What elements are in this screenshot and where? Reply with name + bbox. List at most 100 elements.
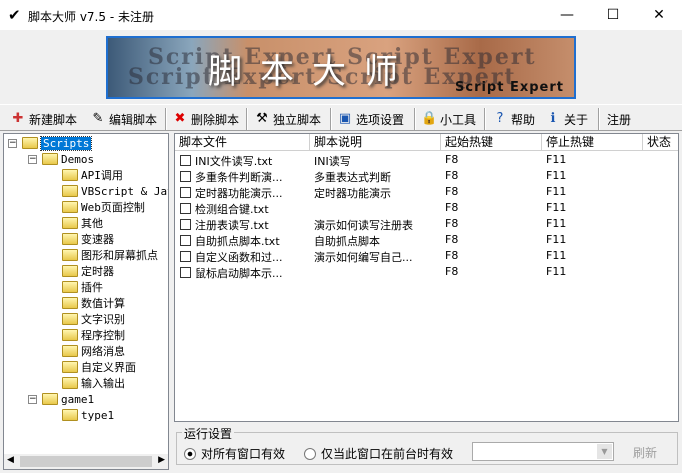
help-icon: ? [496,111,504,126]
tree-node-demo-item[interactable]: Web页面控制 [62,199,145,215]
edit-script-button[interactable]: ✎ 编辑脚本 [90,108,157,130]
about-icon: ℹ [550,111,556,126]
tree-node-demo-item[interactable]: VBScript & JavaScript [62,183,168,199]
tree-node-game1[interactable]: game1 [42,391,94,407]
label: 数值计算 [81,297,125,310]
checkbox[interactable] [180,171,191,182]
new-script-button[interactable]: ✚ 新建脚本 [10,108,77,130]
cell: F8 [445,233,459,246]
tree-node-demo-item[interactable]: 文字识别 [62,311,125,327]
toolbar: ✚ 新建脚本 ✎ 编辑脚本 ✖ 删除脚本 ⚒ 独立脚本 ▣ 选项设置 🔒 小工具 ? 帮助 ℹ… [0,104,682,131]
cell: F8 [445,169,459,182]
label: type1 [81,408,115,422]
radio-all-windows[interactable]: 对所有窗口有效 [184,445,285,462]
checkbox[interactable] [180,219,191,230]
label: 变速器 [81,233,114,246]
tree-node-scripts[interactable]: Scripts [22,135,93,151]
label: 输入输出 [81,377,125,390]
close-button[interactable]: ✕ [636,0,682,30]
tree-node-demo-item[interactable]: API调用 [62,167,123,183]
tree-node-demo-item[interactable]: 定时器 [62,263,114,279]
script-tree[interactable]: − Scripts − Demos API调用 VBScript & JavaSc… [3,133,169,470]
new-script-icon: ✚ [12,111,24,126]
scroll-right-icon[interactable]: ▶ [158,455,165,465]
label: 仅当此窗口在前台时有效 [321,447,454,461]
table-row[interactable]: 检测组合键.txt F8 F11 [175,200,678,216]
tree-node-demo-item[interactable]: 数值计算 [62,295,125,311]
column-header-start-hotkey[interactable]: 起始热键 [441,134,542,151]
table-row[interactable]: 自定义函数和过... 演示如何编写自己... F8 F11 [175,248,678,264]
cell: F8 [445,217,459,230]
scroll-left-icon[interactable]: ◀ [7,455,14,465]
tree-node-demo-item[interactable]: 图形和屏幕抓点 [62,247,158,263]
tree-node-demos[interactable]: Demos [42,151,94,167]
radio-unchecked-icon [304,447,316,460]
table-row[interactable]: 注册表读写.txt 演示如何读写注册表 F8 F11 [175,216,678,232]
label: Demos [61,152,95,166]
tree-node-type1[interactable]: type1 [62,407,114,423]
minimize-button[interactable]: — [544,0,590,30]
tree-node-demo-item[interactable]: 网络消息 [62,343,125,359]
collapse-icon[interactable]: − [28,395,37,404]
maximize-button[interactable]: ☐ [590,0,636,30]
label: 编辑脚本 [109,112,158,127]
tree-horizontal-scrollbar[interactable]: ◀ ▶ [4,454,168,469]
checkbox[interactable] [180,187,191,198]
tree-node-demo-item[interactable]: 变速器 [62,231,114,247]
toolbar-separator [598,108,600,130]
folder-icon [62,313,78,325]
table-row[interactable]: 多重条件判断演... 多重表达式判断 F8 F11 [175,168,678,184]
scrollbar-thumb[interactable] [20,456,152,467]
about-button[interactable]: ℹ 关于 [545,108,589,130]
tree-node-demo-item[interactable]: 插件 [62,279,103,295]
column-header-status[interactable]: 状态 [643,134,678,151]
label: 网络消息 [81,345,125,358]
checkbox[interactable] [180,235,191,246]
column-header-file[interactable]: 脚本文件 [175,134,310,151]
folder-icon [62,217,78,229]
run-settings-title: 运行设置 [182,425,235,442]
tree-node-demo-item[interactable]: 其他 [62,215,103,231]
table-row[interactable]: 定时器功能演示... 定时器功能演示 F8 F11 [175,184,678,200]
delete-script-button[interactable]: ✖ 删除脚本 [172,108,239,130]
toolbar-separator [246,108,248,130]
label: 注册 [607,112,632,127]
options-button[interactable]: ▣ 选项设置 [337,108,404,130]
tools-button[interactable]: 🔒 小工具 [421,108,476,130]
checkbox[interactable] [180,267,191,278]
toolbar-separator [414,108,416,130]
column-header-stop-hotkey[interactable]: 停止热键 [542,134,643,151]
refresh-button[interactable]: 刷新 [633,444,657,461]
table-row[interactable]: INI文件读写.txt INI读写 F8 F11 [175,152,678,168]
cell: 演示如何读写注册表 [314,219,413,232]
tree-node-demo-item[interactable]: 自定义界面 [62,359,136,375]
folder-icon [62,409,78,421]
label: 小工具 [440,112,477,127]
label: VBScript & JavaScript [81,184,168,198]
table-row[interactable]: 鼠标启动脚本示... F8 F11 [175,264,678,280]
standalone-script-icon: ⚒ [256,111,268,126]
label: 插件 [81,281,103,294]
tree-node-demo-item[interactable]: 输入输出 [62,375,125,391]
checkbox[interactable] [180,203,191,214]
collapse-icon[interactable]: − [8,139,17,148]
tree-node-demo-item[interactable]: 程序控制 [62,327,125,343]
radio-foreground-only[interactable]: 仅当此窗口在前台时有效 [304,445,453,462]
folder-icon [62,249,78,261]
cell: F11 [546,217,567,230]
collapse-icon[interactable]: − [28,155,37,164]
column-header-description[interactable]: 脚本说明 [310,134,441,151]
checkbox[interactable] [180,155,191,166]
standalone-script-button[interactable]: ⚒ 独立脚本 [254,108,321,130]
help-button[interactable]: ? 帮助 [492,108,535,130]
table-row[interactable]: 自助抓点脚本.txt 自助抓点脚本 F8 F11 [175,232,678,248]
dropdown-arrow-icon[interactable]: ▼ [597,444,612,459]
register-button[interactable]: 注册 [607,108,631,130]
label: game1 [61,392,95,406]
script-list[interactable]: 脚本文件 脚本说明 起始热键 停止热键 状态 INI文件读写.txt INI读写 F… [174,133,679,422]
cell: F11 [546,233,567,246]
checkbox[interactable] [180,251,191,262]
window-select-combo[interactable]: ▼ [472,442,614,461]
label: 其他 [81,217,103,230]
title-bar: ✔ 脚本大师 v7.5 - 未注册 — ☐ ✕ [0,0,682,30]
